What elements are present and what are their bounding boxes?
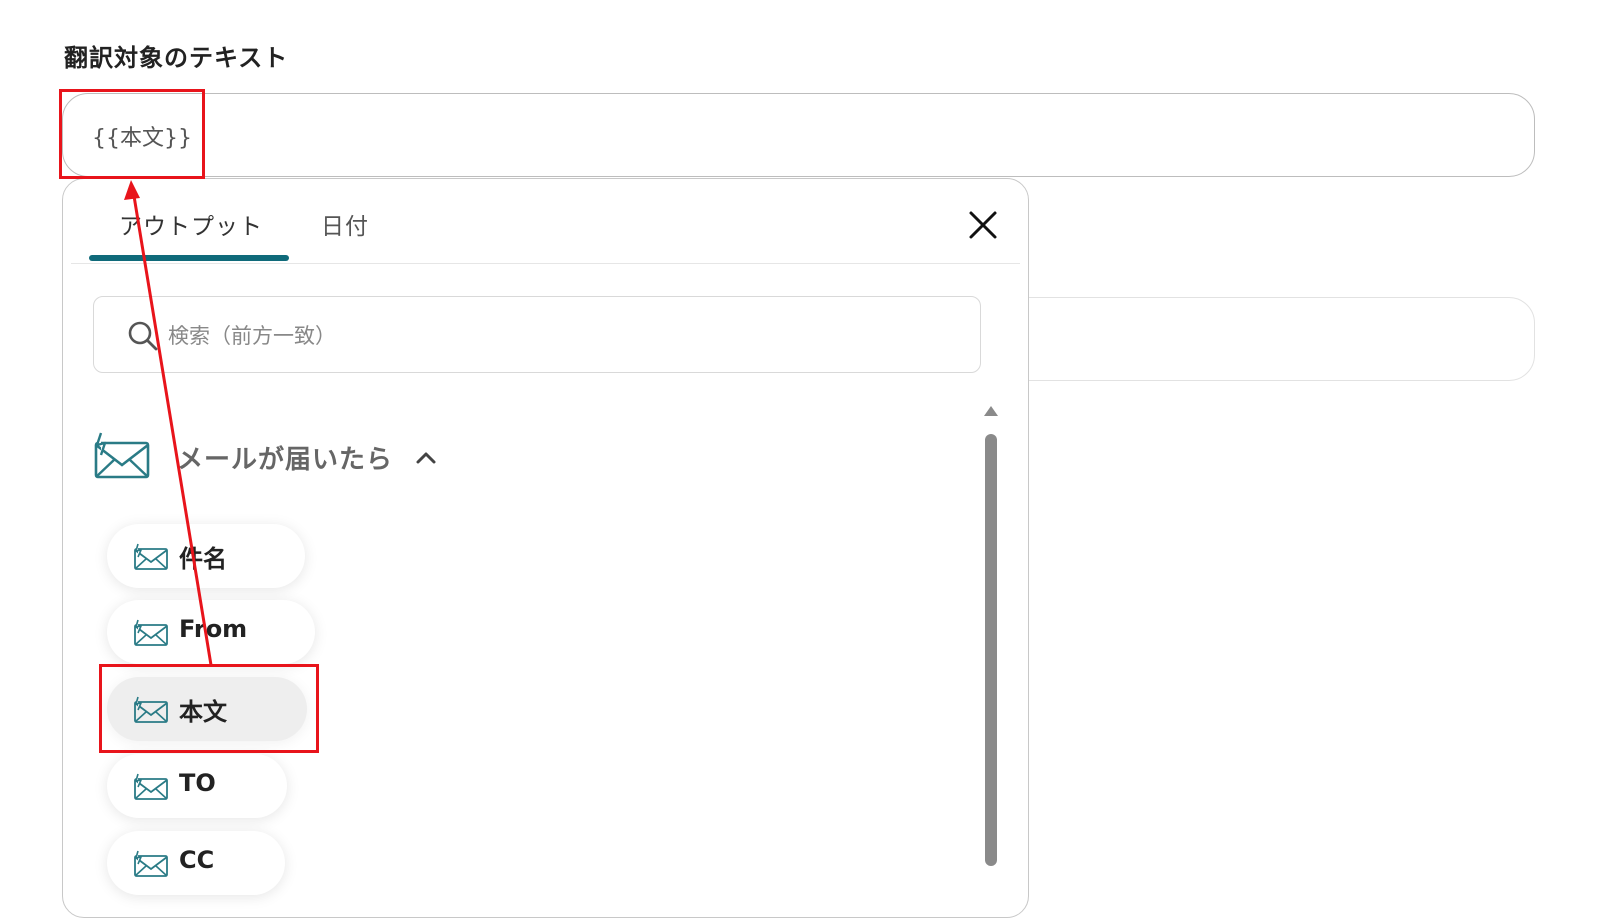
- list-item-label: 件名: [179, 545, 227, 573]
- list-item-label: TO: [179, 769, 216, 797]
- mail-icon: [134, 543, 168, 570]
- mail-icon: [134, 773, 168, 800]
- list-item-label: From: [179, 615, 248, 643]
- highlight-field-value: [59, 89, 205, 179]
- scrollbar[interactable]: [983, 404, 999, 917]
- list-item-from[interactable]: From: [107, 600, 315, 664]
- mail-icon: [134, 619, 168, 646]
- tab-output[interactable]: アウトプット: [119, 207, 263, 241]
- group-header-mail-received[interactable]: メールが届いたら: [93, 431, 493, 491]
- active-tab-indicator: [89, 255, 289, 261]
- list-item-cc[interactable]: CC: [107, 831, 285, 895]
- close-icon: [969, 211, 997, 239]
- secondary-field[interactable]: [980, 297, 1535, 381]
- translation-text-field[interactable]: {{本文}}: [62, 93, 1535, 177]
- highlight-body-item: [99, 664, 319, 753]
- search-icon: [128, 321, 158, 351]
- list-item-label: CC: [179, 846, 215, 874]
- tab-divider: [71, 263, 1020, 264]
- scroll-up-arrow-icon[interactable]: [983, 404, 999, 418]
- chevron-up-icon: [416, 452, 436, 464]
- list-item-subject[interactable]: 件名: [107, 524, 305, 588]
- mail-trigger-icon: [94, 432, 150, 479]
- scrollbar-thumb[interactable]: [985, 434, 997, 866]
- field-label: 翻訳対象のテキスト: [64, 44, 289, 72]
- search-box[interactable]: [93, 296, 981, 373]
- close-button[interactable]: [963, 205, 1003, 245]
- group-title: メールが届いたら: [177, 445, 394, 475]
- output-picker-popover: アウトプット 日付 メールが届いたら: [62, 178, 1029, 918]
- tab-date[interactable]: 日付: [321, 207, 369, 241]
- list-item-to[interactable]: TO: [107, 754, 287, 818]
- mail-icon: [134, 850, 168, 877]
- search-input[interactable]: [166, 317, 950, 355]
